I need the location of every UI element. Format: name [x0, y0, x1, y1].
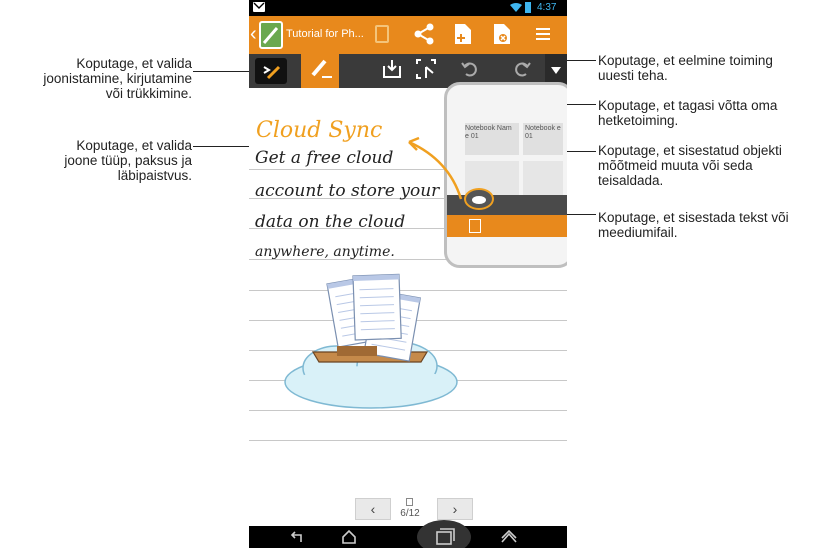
callout-line-text: Koputage, et sisestatud objekti [598, 143, 782, 158]
brush-button[interactable] [301, 54, 339, 88]
thumb-edit-icon [469, 219, 481, 233]
page-icon [406, 498, 413, 506]
callout-line-text: joonistamine, kirjutamine [43, 71, 192, 86]
callout-pen-mode: Koputage, et valida joonistamine, kirjut… [20, 56, 192, 101]
home-icon[interactable] [341, 529, 357, 548]
menu-icon[interactable] [535, 26, 551, 47]
page-indicator: 6/12 [400, 508, 420, 519]
callout-line-text: hetketoiming. [598, 113, 679, 128]
app-notebook-icon[interactable] [259, 21, 283, 49]
callout-line-text: või trükkimine. [105, 86, 192, 101]
callout-line-text: läbipaistvus. [117, 168, 192, 183]
chevron-up-icon[interactable] [501, 529, 517, 548]
redo-icon [512, 59, 532, 84]
wifi-icon [510, 3, 522, 16]
ruled-line [249, 440, 567, 441]
tablet-screen: 4:37 ‹ Tutorial for Ph... Cloud Sync Get… [249, 0, 567, 548]
back-icon[interactable] [289, 530, 303, 548]
next-page-button[interactable]: › [437, 498, 473, 520]
note-line: data on the cloud [255, 212, 406, 232]
battery-icon [525, 2, 531, 13]
brush-icon [307, 57, 333, 86]
curved-arrow [408, 136, 463, 200]
note-line: Get a free cloud [255, 148, 394, 168]
note-page[interactable]: Cloud Sync Get a free cloud account to s… [249, 82, 567, 520]
callout-line-text: Koputage, et sisestada tekst või [598, 210, 789, 225]
undo-icon [460, 59, 480, 84]
callout-line-text: Koputage, et valida [76, 56, 192, 71]
callout-connector [193, 71, 255, 72]
system-navigation-bar [249, 520, 567, 548]
thumb-card [523, 161, 563, 195]
save-icon[interactable] [375, 25, 389, 43]
thumb-label: Notebook e 01 [525, 125, 561, 140]
insert-button[interactable] [375, 54, 409, 88]
status-bar: 4:37 [249, 0, 567, 16]
gmail-icon [253, 2, 265, 12]
callout-line-text: joone tüüp, paksus ja [64, 153, 192, 168]
prev-page-button[interactable]: ‹ [355, 498, 391, 520]
callout-insert: Koputage, et sisestada tekst või meedium… [598, 210, 820, 240]
select-resize-icon [415, 58, 437, 85]
callout-line-text: meediumifail. [598, 225, 678, 240]
delete-page-icon[interactable] [493, 23, 511, 50]
callout-line-text: Koputage, et eelmine toiming [598, 53, 773, 68]
callout-line-text: mõõtmeid muuta või seda [598, 158, 753, 173]
callout-select: Koputage, et sisestatud objekti mõõtmeid… [598, 143, 822, 188]
callout-line-text: teisaldada. [598, 173, 664, 188]
callout-line-text: uuesti teha. [598, 68, 668, 83]
callout-line-text: Koputage, et tagasi võtta oma [598, 98, 778, 113]
pen-mode-button[interactable] [253, 54, 289, 88]
insert-icon [381, 58, 403, 85]
cloud-notebooks-illustration [284, 273, 458, 409]
pen-mode-icon [255, 58, 287, 84]
share-icon[interactable] [413, 23, 435, 50]
note-heading: Cloud Sync [256, 118, 383, 143]
callout-brush: Koputage, et valida joone tüüp, paksus j… [30, 138, 192, 183]
callout-line-text: Koputage, et valida [76, 138, 192, 153]
note-line: anywhere, anytime. [255, 244, 395, 260]
recent-apps-icon[interactable] [417, 520, 471, 548]
callout-undo: Koputage, et tagasi võtta oma hetketoimi… [598, 98, 820, 128]
thumb-orangebar [447, 215, 567, 237]
add-page-icon[interactable] [454, 23, 472, 50]
more-dropdown-icon [551, 62, 561, 80]
back-chevron-icon[interactable]: ‹ [250, 24, 257, 44]
callout-redo: Koputage, et eelmine toiming uuesti teha… [598, 53, 820, 83]
select-resize-button[interactable] [409, 54, 443, 88]
notebook-title[interactable]: Tutorial for Ph... [286, 28, 364, 40]
status-time: 4:37 [537, 2, 557, 13]
action-bar: ‹ Tutorial for Ph... [249, 16, 567, 54]
